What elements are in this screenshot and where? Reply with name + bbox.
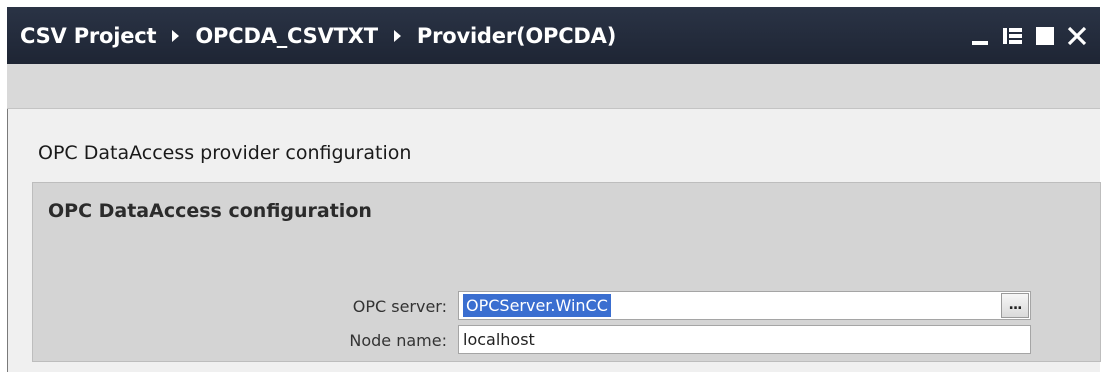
maximize-icon[interactable] [1034, 25, 1056, 47]
content-area: OPC DataAccess provider configuration OP… [7, 109, 1101, 372]
title-bar: CSV Project OPCDA_CSVTXT Provider(OPCDA) [7, 7, 1100, 64]
node-name-field[interactable] [458, 325, 1031, 354]
float-icon[interactable] [1002, 25, 1024, 47]
config-group: OPC DataAccess configuration OPC server:… [32, 182, 1101, 362]
minimize-icon[interactable] [970, 25, 992, 47]
breadcrumb-item-provider[interactable]: Provider(OPCDA) [417, 24, 616, 48]
chevron-right-icon [172, 29, 180, 42]
opc-server-label: OPC server: [352, 297, 447, 316]
chevron-right-icon [393, 29, 401, 42]
breadcrumb-item-project[interactable]: CSV Project [20, 24, 157, 48]
browse-button[interactable]: ... [1001, 293, 1029, 318]
breadcrumb-item-connection[interactable]: OPCDA_CSVTXT [195, 24, 378, 48]
node-name-label: Node name: [349, 331, 447, 350]
toolbar [7, 64, 1100, 109]
breadcrumb: CSV Project OPCDA_CSVTXT Provider(OPCDA) [7, 24, 616, 48]
window-controls [970, 7, 1088, 64]
section-title: OPC DataAccess provider configuration [38, 142, 412, 164]
editor-window: CSV Project OPCDA_CSVTXT Provider(OPCDA)… [0, 0, 1104, 372]
group-title: OPC DataAccess configuration [48, 200, 372, 222]
opc-server-field[interactable]: OPCServer.WinCC ... [458, 291, 1031, 320]
close-icon[interactable] [1066, 25, 1088, 47]
opc-server-value[interactable]: OPCServer.WinCC [463, 294, 611, 317]
node-name-input[interactable] [459, 326, 1030, 353]
